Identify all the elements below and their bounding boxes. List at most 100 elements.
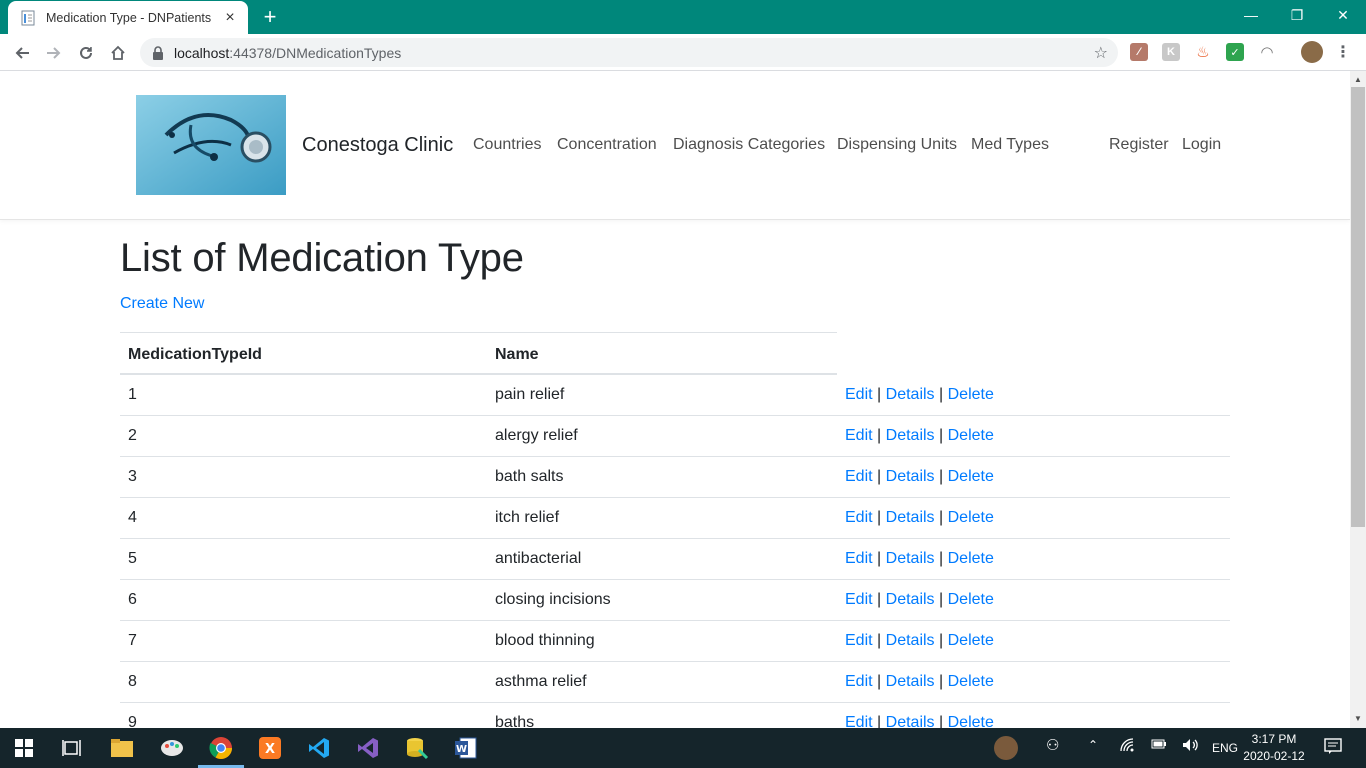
- details-link[interactable]: Details: [886, 714, 935, 728]
- details-link[interactable]: Details: [886, 386, 935, 403]
- check-extension-icon[interactable]: ✓: [1226, 43, 1244, 61]
- edit-link[interactable]: Edit: [845, 714, 873, 728]
- file-explorer-icon[interactable]: [110, 736, 134, 760]
- row-actions: Edit | Details | Delete: [845, 550, 994, 568]
- details-link[interactable]: Details: [886, 509, 935, 526]
- headphones-extension-icon[interactable]: ◠: [1258, 43, 1276, 61]
- people-avatar[interactable]: [994, 736, 1018, 760]
- nav-link-med-types[interactable]: Med Types: [971, 136, 1049, 154]
- cell-medication-type-id: 2: [128, 427, 137, 444]
- svg-text:X: X: [265, 742, 275, 757]
- cell-medication-type-id: 4: [128, 509, 137, 526]
- separator: |: [877, 591, 882, 608]
- table-header: MedicationTypeId Name: [120, 332, 837, 375]
- delete-link[interactable]: Delete: [948, 591, 994, 608]
- reload-icon[interactable]: [72, 39, 100, 67]
- system-clock[interactable]: 3:17 PM 2020-02-12: [1240, 731, 1308, 765]
- delete-link[interactable]: Delete: [948, 550, 994, 567]
- cell-medication-type-id: 7: [128, 632, 137, 649]
- pdf-extension-icon[interactable]: ⁄: [1130, 43, 1148, 61]
- scroll-up-arrow-icon[interactable]: ▲: [1350, 73, 1366, 87]
- people-icon[interactable]: ⚇: [1046, 736, 1059, 754]
- extension-icon[interactable]: K: [1162, 43, 1180, 61]
- delete-link[interactable]: Delete: [948, 714, 994, 728]
- edit-link[interactable]: Edit: [845, 509, 873, 526]
- bookmark-star-icon[interactable]: ☆: [1094, 43, 1108, 63]
- browser-tab[interactable]: Medication Type - DNPatients ×: [8, 1, 248, 34]
- fire-extension-icon[interactable]: ♨: [1194, 43, 1212, 61]
- battery-icon[interactable]: [1151, 738, 1167, 753]
- delete-link[interactable]: Delete: [948, 427, 994, 444]
- word-icon[interactable]: W: [454, 736, 478, 760]
- nav-link-concentration[interactable]: Concentration: [557, 136, 657, 154]
- minimize-button[interactable]: —: [1228, 0, 1274, 30]
- lock-icon: [152, 45, 166, 60]
- chrome-icon[interactable]: [209, 736, 233, 760]
- new-tab-button[interactable]: +: [258, 6, 282, 30]
- paint-app-icon[interactable]: [160, 736, 184, 760]
- edit-link[interactable]: Edit: [845, 386, 873, 403]
- separator: |: [877, 386, 882, 403]
- separator: |: [939, 632, 944, 649]
- nav-link-diagnosis-categories[interactable]: Diagnosis Categories: [673, 136, 825, 154]
- volume-icon[interactable]: [1182, 738, 1200, 755]
- delete-link[interactable]: Delete: [948, 386, 994, 403]
- clinic-logo-stethoscope-image[interactable]: [136, 95, 286, 195]
- cell-medication-type-id: 6: [128, 591, 137, 608]
- tab-close-icon[interactable]: ×: [222, 9, 238, 26]
- edit-link[interactable]: Edit: [845, 427, 873, 444]
- cell-name: closing incisions: [495, 591, 611, 608]
- show-hidden-icons-chevron-icon[interactable]: ⌃: [1088, 738, 1098, 752]
- forward-arrow-icon[interactable]: [40, 39, 68, 67]
- cell-name: itch relief: [495, 509, 560, 526]
- delete-link[interactable]: Delete: [948, 673, 994, 690]
- scrollbar-thumb[interactable]: [1351, 87, 1365, 527]
- profile-avatar[interactable]: [1301, 41, 1323, 63]
- details-link[interactable]: Details: [886, 427, 935, 444]
- windows-taskbar: X W ⚇ ⌃ ENG 3:17 PM 2020-02-12: [0, 728, 1366, 768]
- edit-link[interactable]: Edit: [845, 550, 873, 567]
- edit-link[interactable]: Edit: [845, 591, 873, 608]
- restore-button[interactable]: ❐: [1274, 0, 1320, 30]
- login-link[interactable]: Login: [1182, 136, 1221, 154]
- menu-kebab-icon[interactable]: ⋮: [1334, 43, 1352, 61]
- nav-link-countries[interactable]: Countries: [473, 136, 541, 154]
- row-actions: Edit | Details | Delete: [845, 714, 994, 728]
- table-row: 3 bath salts Edit | Details | Delete: [120, 457, 1230, 498]
- create-new-link[interactable]: Create New: [120, 295, 204, 313]
- tab-title: Medication Type - DNPatients: [46, 10, 212, 25]
- input-language-indicator[interactable]: ENG: [1212, 741, 1238, 755]
- delete-link[interactable]: Delete: [948, 509, 994, 526]
- vscode-icon[interactable]: [307, 736, 331, 760]
- delete-link[interactable]: Delete: [948, 468, 994, 485]
- xampp-icon[interactable]: X: [258, 736, 282, 760]
- edit-link[interactable]: Edit: [845, 468, 873, 485]
- row-actions: Edit | Details | Delete: [845, 386, 994, 404]
- details-link[interactable]: Details: [886, 632, 935, 649]
- back-arrow-icon[interactable]: [8, 39, 36, 67]
- visual-studio-icon[interactable]: [356, 736, 380, 760]
- task-view-icon[interactable]: [60, 736, 84, 760]
- scroll-down-arrow-icon[interactable]: ▼: [1350, 712, 1366, 726]
- edit-link[interactable]: Edit: [845, 673, 873, 690]
- separator: |: [939, 591, 944, 608]
- network-icon[interactable]: [1120, 738, 1136, 755]
- register-link[interactable]: Register: [1109, 136, 1169, 154]
- database-tool-icon[interactable]: [405, 736, 429, 760]
- details-link[interactable]: Details: [886, 673, 935, 690]
- page-scrollbar[interactable]: ▲ ▼: [1350, 71, 1366, 728]
- brand-name[interactable]: Conestoga Clinic: [302, 134, 453, 157]
- edit-link[interactable]: Edit: [845, 632, 873, 649]
- nav-link-dispensing-units[interactable]: Dispensing Units: [837, 136, 957, 154]
- details-link[interactable]: Details: [886, 550, 935, 567]
- separator: |: [877, 468, 882, 485]
- address-bar[interactable]: localhost:44378/DNMedicationTypes ☆: [140, 38, 1118, 67]
- details-link[interactable]: Details: [886, 591, 935, 608]
- home-icon[interactable]: [104, 39, 132, 67]
- details-link[interactable]: Details: [886, 468, 935, 485]
- windows-start-icon[interactable]: [12, 736, 36, 760]
- window-close-button[interactable]: ✕: [1320, 0, 1366, 30]
- cell-name: baths: [495, 714, 535, 728]
- action-center-icon[interactable]: [1324, 737, 1342, 758]
- delete-link[interactable]: Delete: [948, 632, 994, 649]
